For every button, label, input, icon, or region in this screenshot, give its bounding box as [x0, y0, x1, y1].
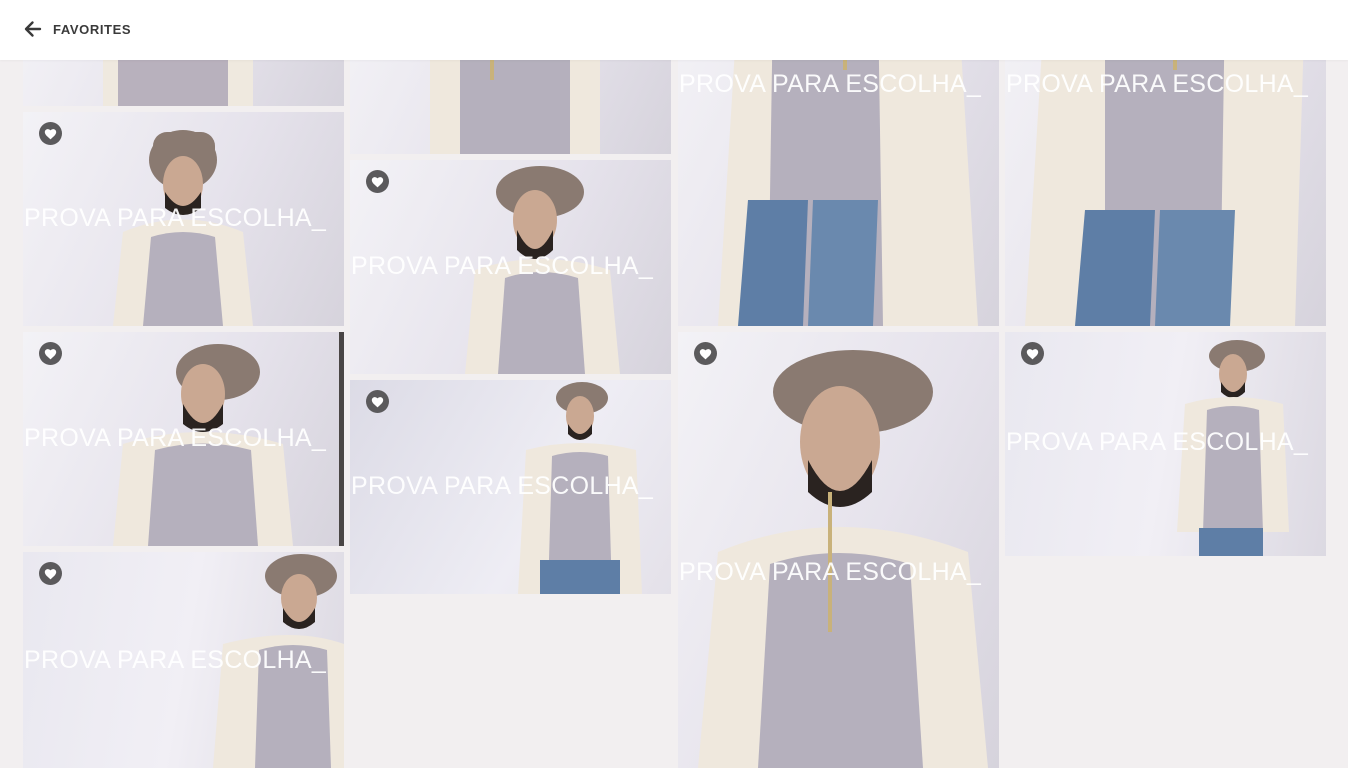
heart-icon: [44, 128, 57, 139]
favorite-heart-button[interactable]: [1021, 342, 1044, 365]
heart-icon: [44, 568, 57, 579]
page-title: FAVORITES: [53, 22, 132, 37]
favorite-heart-button[interactable]: [39, 342, 62, 365]
photo-image: [213, 554, 344, 768]
photo-tile[interactable]: PROVA PARA ESCOLHA_: [23, 552, 344, 768]
favorite-heart-button[interactable]: [694, 342, 717, 365]
photo-gallery: PROVA PARA ESCOLHA_ PROVA PARA ESCOLHA_ …: [0, 0, 1348, 768]
photo-tile[interactable]: PROVA PARA ESCOLHA_: [350, 380, 671, 594]
favorite-heart-button[interactable]: [366, 170, 389, 193]
heart-icon: [1026, 348, 1039, 359]
photo-tile[interactable]: PROVA PARA ESCOLHA_: [23, 332, 344, 546]
photo-image: [113, 130, 253, 326]
heart-icon: [699, 348, 712, 359]
heart-icon: [44, 348, 57, 359]
photo-tile[interactable]: PROVA PARA ESCOLHA_: [1005, 332, 1326, 556]
photo-tile[interactable]: PROVA PARA ESCOLHA_: [350, 160, 671, 374]
heart-icon: [371, 396, 384, 407]
favorite-heart-button[interactable]: [366, 390, 389, 413]
photo-image: [698, 350, 988, 768]
arrow-left-icon: [24, 21, 42, 37]
favorite-heart-button[interactable]: [39, 122, 62, 145]
photo-image: [113, 332, 344, 546]
photo-image: [1177, 340, 1289, 556]
photo-tile[interactable]: PROVA PARA ESCOLHA_: [23, 112, 344, 326]
favorite-heart-button[interactable]: [39, 562, 62, 585]
photo-image: [518, 382, 642, 594]
photo-image: [465, 166, 620, 374]
top-bar: FAVORITES: [0, 0, 1348, 60]
heart-icon: [371, 176, 384, 187]
photo-tile[interactable]: PROVA PARA ESCOLHA_: [678, 332, 999, 768]
back-button[interactable]: [22, 18, 44, 40]
